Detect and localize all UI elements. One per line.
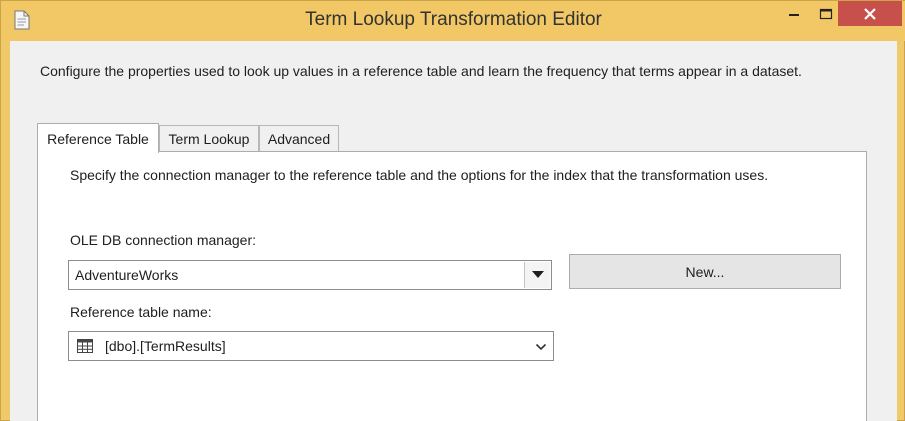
- reference-table-label: Reference table name:: [70, 304, 212, 320]
- dialog-window: Term Lookup Transformation Editor Config…: [0, 0, 905, 421]
- new-connection-button[interactable]: New...: [569, 254, 841, 289]
- table-icon: [77, 339, 93, 353]
- dropdown-arrow-icon[interactable]: [524, 262, 550, 288]
- close-button[interactable]: [838, 1, 902, 26]
- title-bar[interactable]: Term Lookup Transformation Editor: [1, 1, 905, 41]
- minimize-button[interactable]: [780, 1, 808, 27]
- maximize-button[interactable]: [812, 1, 840, 27]
- dialog-client-area: Configure the properties used to look up…: [10, 41, 897, 421]
- chevron-down-icon[interactable]: [535, 341, 547, 353]
- connection-manager-value: AdventureWorks: [75, 267, 179, 283]
- intro-text: Configure the properties used to look up…: [40, 63, 802, 79]
- minimize-icon: [789, 14, 799, 16]
- reference-table-dropdown[interactable]: [dbo].[TermResults]: [68, 331, 554, 361]
- tab-term-lookup[interactable]: Term Lookup: [159, 125, 259, 151]
- reference-table-panel: Specify the connection manager to the re…: [37, 151, 867, 421]
- window-title: Term Lookup Transformation Editor: [305, 9, 602, 30]
- connection-manager-dropdown[interactable]: AdventureWorks: [68, 260, 552, 290]
- connection-manager-label: OLE DB connection manager:: [70, 232, 256, 248]
- panel-description: Specify the connection manager to the re…: [70, 167, 769, 183]
- reference-table-value: [dbo].[TermResults]: [105, 338, 226, 354]
- maximize-icon: [819, 8, 833, 20]
- tab-advanced[interactable]: Advanced: [259, 125, 339, 151]
- tab-reference-table[interactable]: Reference Table: [37, 123, 159, 153]
- close-icon: [864, 7, 876, 20]
